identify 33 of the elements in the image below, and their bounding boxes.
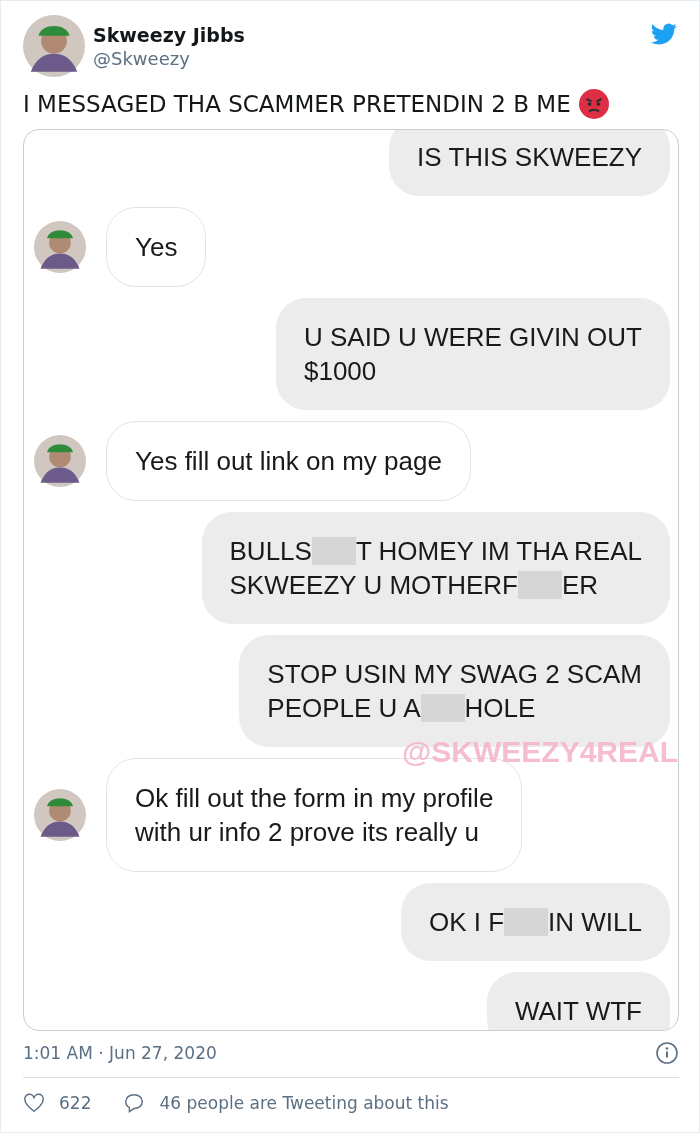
message-text: IN WILL: [548, 907, 642, 937]
tweet-text: I MESSAGED THA SCAMMER PRETENDIN 2 B ME: [23, 91, 571, 117]
message-text: HOLE: [464, 693, 536, 723]
avatar-icon: [34, 435, 86, 487]
avatar-icon: [34, 789, 86, 841]
info-icon: [655, 1041, 679, 1065]
message-text: Yes fill out link on my page: [135, 446, 442, 476]
angry-face-icon: [578, 89, 609, 119]
timestamp: 1:01 AM · Jun 27, 2020: [23, 1043, 217, 1063]
speech-bubble-icon: [123, 1092, 146, 1114]
like-count: 622: [59, 1093, 92, 1113]
message-text: Ok fill out the form in my profile: [135, 783, 494, 813]
message-text: PEOPLE U A: [267, 693, 421, 723]
message-text: BULLS: [229, 536, 312, 566]
bird-icon: [649, 21, 679, 47]
message-text: U SAID U WERE GIVIN OUT: [303, 322, 642, 352]
message-text: OK I F: [428, 907, 505, 937]
message-text: WAIT WTF: [514, 996, 642, 1026]
author-handle: @Skweezy: [93, 47, 191, 69]
tweeting-count: 46 people are Tweeting about this: [159, 1093, 449, 1113]
message-text: IS THIS SKWEEZY: [417, 142, 642, 172]
message-text: T HOMEY IM THA REAL: [355, 536, 642, 566]
message-text: SKWEEZY U MOTHERF: [229, 570, 518, 600]
avatar-icon: [23, 15, 85, 77]
message-text: Yes: [135, 232, 178, 262]
message-text: ER: [561, 570, 599, 600]
author-name: Skweezy Jibbs: [93, 23, 246, 46]
message-text: $1000: [303, 356, 377, 386]
heart-icon: [23, 1092, 45, 1114]
avatar-icon: [34, 221, 86, 273]
overlay-text: @SKWEEZY4REAL: [402, 735, 678, 769]
message-text: with ur info 2 prove its really u: [135, 817, 479, 847]
message-text: STOP USIN MY SWAG 2 SCAM: [267, 659, 642, 689]
